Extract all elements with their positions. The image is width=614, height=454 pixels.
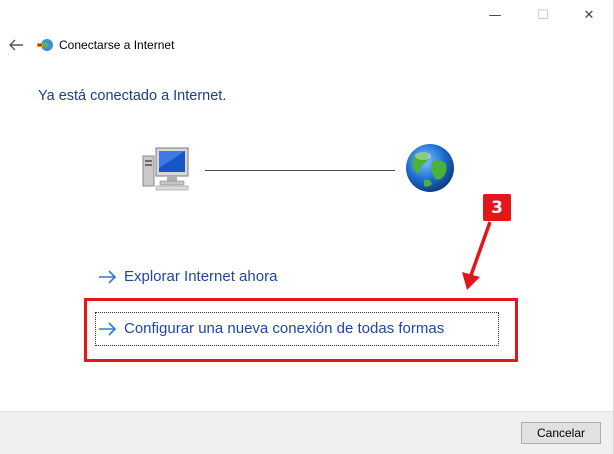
back-arrow-icon[interactable] — [6, 36, 26, 54]
connect-internet-window: — ☐ ✕ Conectarse a Internet Ya está cone… — [0, 0, 614, 454]
annotation-highlight-box — [84, 298, 518, 362]
annotation-step-badge: 3 — [483, 194, 511, 221]
connection-line — [205, 170, 395, 171]
close-button[interactable]: ✕ — [566, 0, 612, 30]
minimize-button[interactable]: — — [472, 0, 518, 30]
computer-icon — [142, 147, 189, 191]
annotation-arrow-icon — [462, 221, 492, 290]
explore-internet-label: Explorar Internet ahora — [124, 268, 278, 285]
window-title: Conectarse a Internet — [59, 38, 175, 52]
explore-internet-link[interactable]: Explorar Internet ahora — [98, 268, 277, 285]
internet-globe-icon — [406, 144, 454, 192]
maximize-button[interactable]: ☐ — [520, 0, 566, 30]
arrow-right-icon — [99, 269, 117, 284]
connected-heading: Ya está conectado a Internet. — [38, 88, 227, 104]
network-globe-icon — [37, 39, 53, 51]
cancel-button[interactable]: Cancelar — [521, 422, 601, 444]
